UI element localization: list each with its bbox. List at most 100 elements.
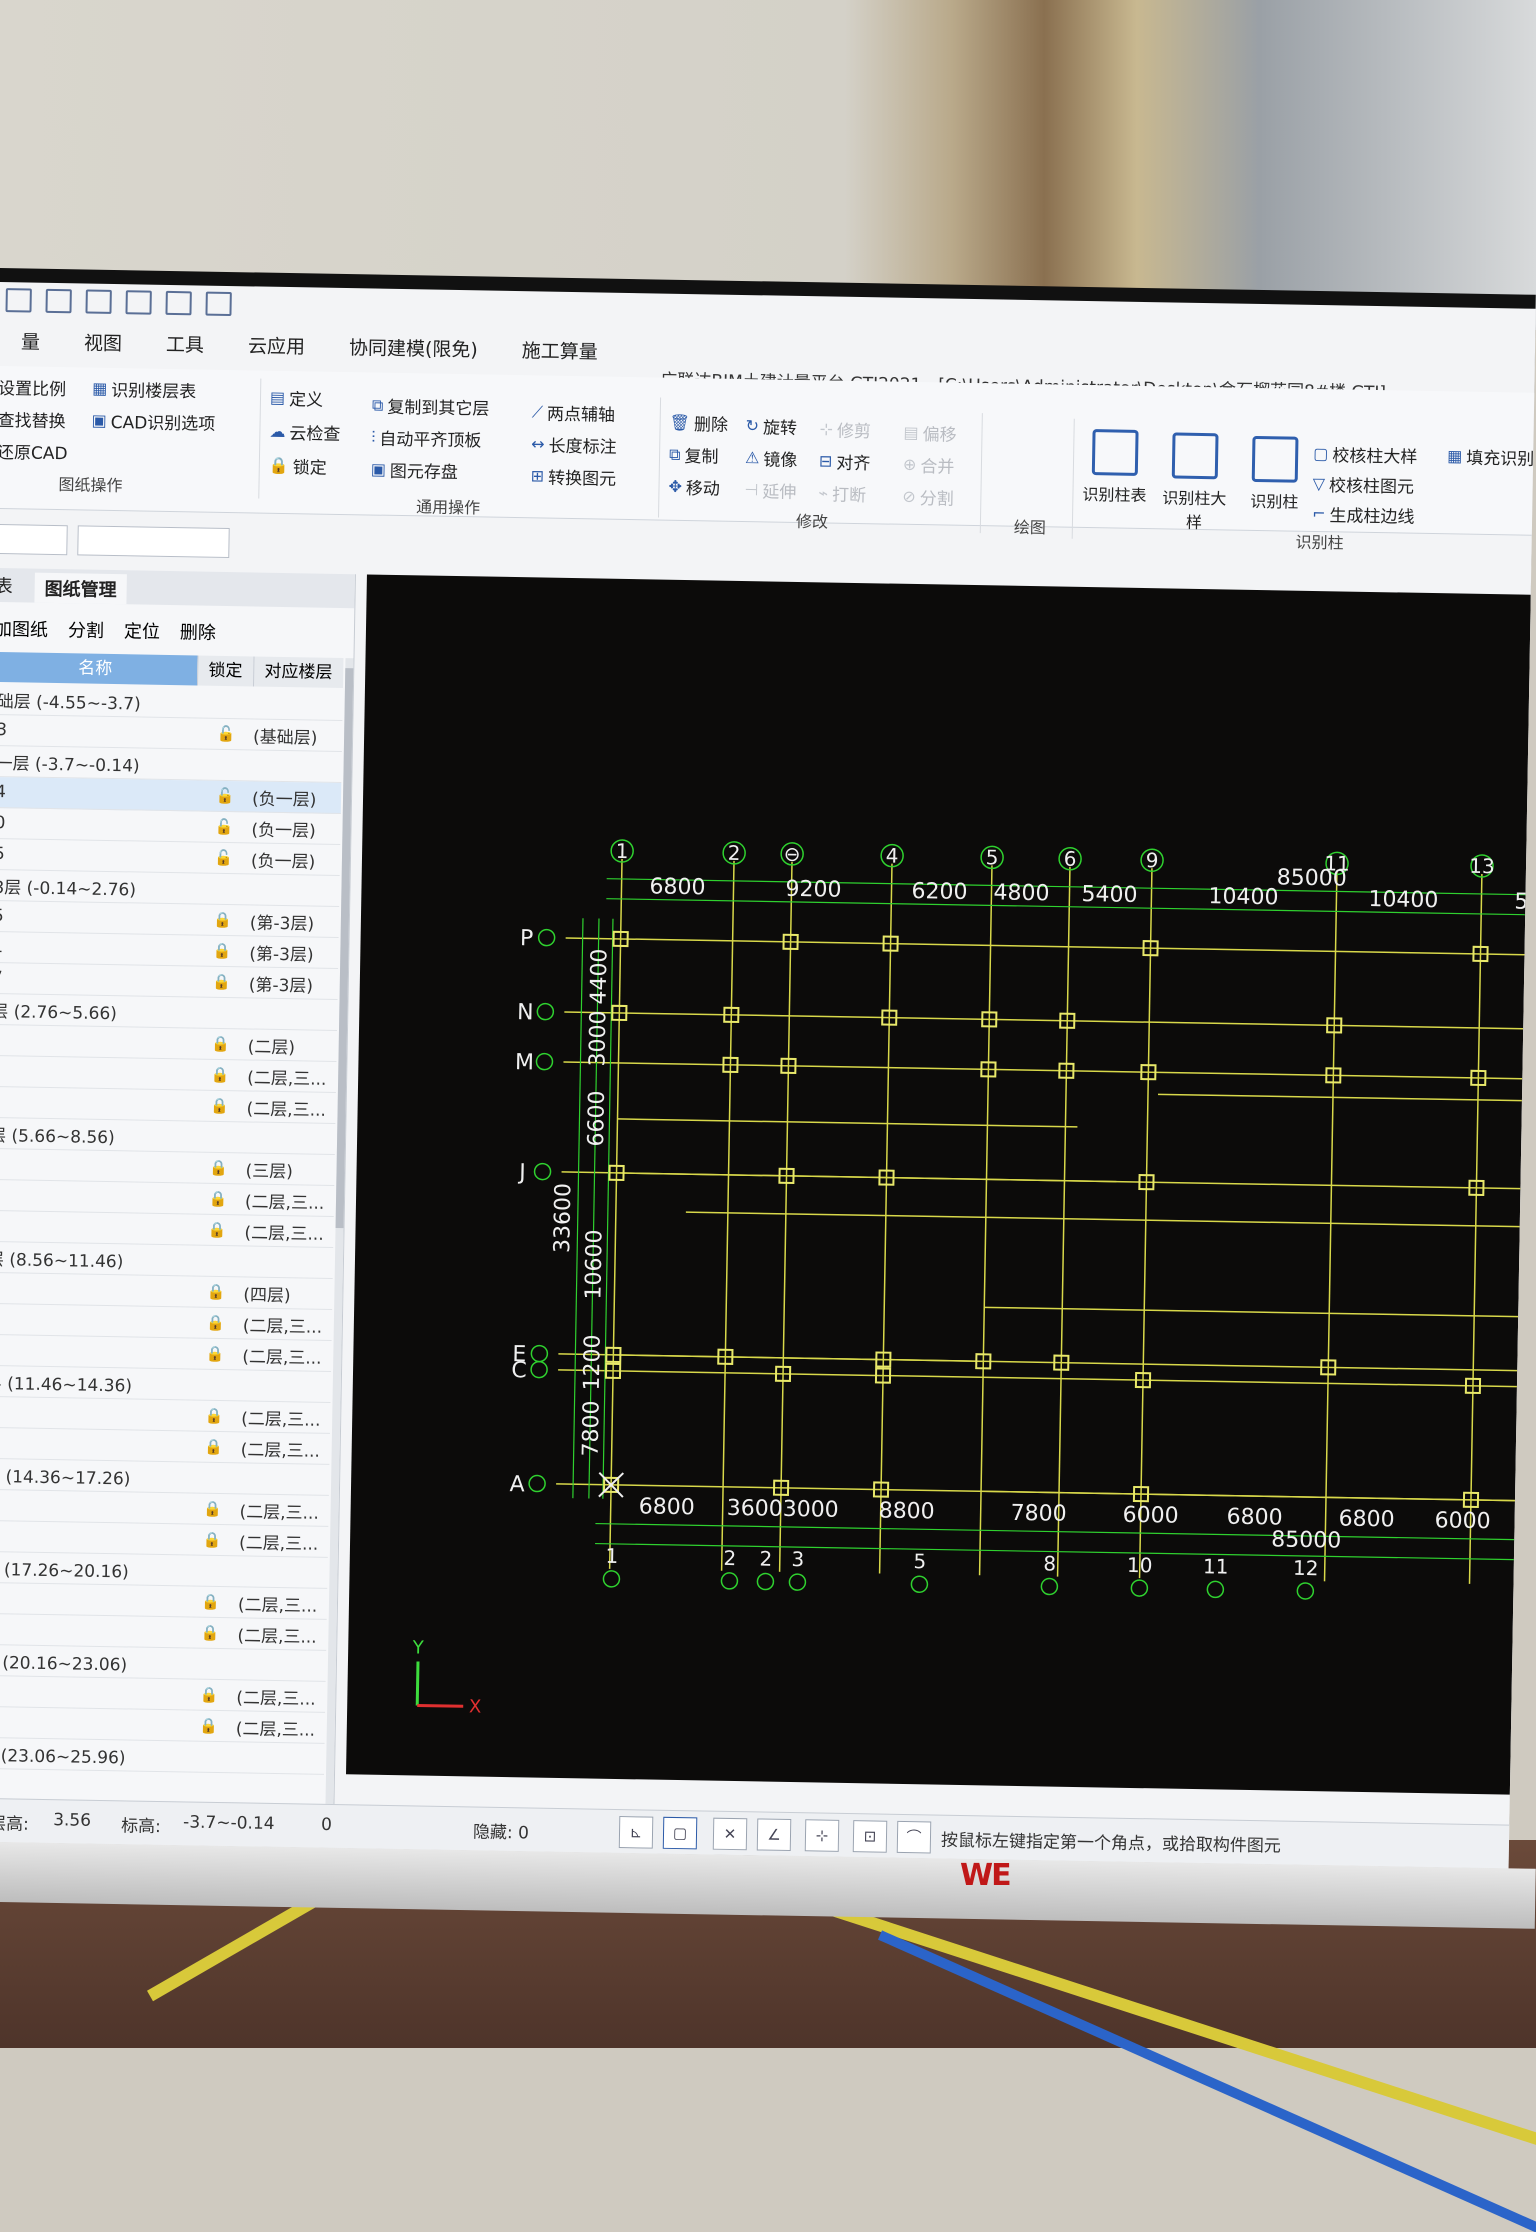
lock-icon[interactable] — [199, 703, 253, 704]
lock-icon[interactable]: 🔒 — [188, 1313, 243, 1332]
lock-icon[interactable]: 🔒 — [183, 1623, 238, 1642]
move-button[interactable]: ✥ 移动 — [668, 474, 720, 500]
save-icon[interactable] — [5, 288, 32, 313]
lock-icon[interactable]: 🔒 — [182, 1685, 237, 1704]
recognize-floor-table-button[interactable]: ▦ 识别楼层表 — [92, 376, 197, 403]
check-column-detail-button[interactable]: ▢ 校核柱大样 — [1313, 441, 1418, 468]
delete-button[interactable]: 🗑 删除 — [669, 410, 728, 436]
ortho-icon[interactable]: ⊾ — [618, 1816, 654, 1849]
define-button[interactable]: ▤ 定义 — [270, 385, 324, 411]
lock-icon[interactable]: 🔓 — [197, 818, 252, 837]
angle-icon[interactable]: ∠ — [756, 1818, 792, 1852]
copy-icon[interactable] — [205, 291, 232, 317]
menu-item[interactable]: 工具 — [144, 329, 226, 357]
lock-icon[interactable]: 🔒 — [188, 1344, 243, 1363]
lock-icon[interactable]: 🔒 — [193, 1034, 248, 1053]
length-dimension-button[interactable]: ↔ 长度标注 — [531, 431, 617, 457]
fill-recognize-button[interactable]: ▦ 填充识别 — [1447, 443, 1535, 470]
convert-element-button[interactable]: ⊞ 转换图元 — [530, 463, 617, 489]
lock-icon[interactable]: 🔒 — [186, 1437, 241, 1456]
auto-align-slab-button[interactable]: ⫶ 自动平齐顶板 — [371, 425, 481, 451]
offset-button[interactable]: ▤ 偏移 — [903, 420, 957, 446]
rotate-button[interactable]: ↻ 旋转 — [745, 413, 797, 439]
menu-item[interactable]: 量 — [0, 326, 62, 354]
lock-icon[interactable]: 🔒 — [189, 1282, 244, 1301]
lock-icon[interactable]: 🔒 — [184, 1592, 239, 1611]
grip-icon[interactable]: ⊡ — [852, 1820, 888, 1853]
column-name-header[interactable]: 名称 — [0, 651, 198, 686]
lock-icon[interactable] — [190, 1260, 244, 1261]
locate-button[interactable]: 定位 — [124, 617, 160, 644]
delete-button[interactable]: 删除 — [180, 618, 216, 645]
edit-icon[interactable] — [125, 290, 152, 315]
lock-icon[interactable]: 🔒 — [191, 1158, 246, 1177]
menu-item[interactable]: 协同建模(限免) — [327, 332, 500, 362]
generate-column-edge-button[interactable]: ⌐ 生成柱边线 — [1312, 501, 1415, 528]
recognize-column-button[interactable]: 识别柱 — [1238, 435, 1311, 513]
save-element-button[interactable]: ▣ 图元存盘 — [371, 457, 459, 484]
recognize-column-table-button[interactable]: 识别柱表 — [1078, 429, 1151, 506]
menu-item[interactable]: 施工算量 — [500, 335, 620, 364]
lock-icon[interactable]: 🔓 — [199, 725, 254, 744]
copy-button[interactable]: ⧉ 复制 — [669, 442, 719, 467]
copy-to-other-floor-button[interactable]: ⧉ 复制到其它层 — [372, 393, 490, 420]
split-button[interactable]: ⊘ 分割 — [902, 484, 954, 510]
column-lock-header[interactable]: 锁定 — [196, 655, 254, 687]
cloud-check-button[interactable]: ☁ 云检查 — [269, 419, 340, 445]
lock-icon[interactable]: 🔒 — [192, 1096, 247, 1115]
break-button[interactable]: ⌁ 打断 — [818, 480, 866, 506]
lock-icon[interactable] — [181, 1756, 235, 1757]
check-column-element-button[interactable]: ▽ 校核柱图元 — [1312, 471, 1415, 498]
lock-icon[interactable] — [184, 1570, 238, 1571]
lock-icon[interactable]: 🔒 — [195, 942, 250, 961]
menu-item[interactable]: 视图 — [62, 328, 144, 356]
lock-icon[interactable] — [192, 1136, 246, 1137]
lock-icon[interactable]: 🔒 — [185, 1499, 240, 1518]
extend-button[interactable]: ⊣ 延伸 — [744, 477, 796, 503]
lock-icon[interactable] — [194, 1012, 248, 1013]
lock-icon[interactable] — [196, 889, 250, 890]
floor-group-row[interactable]: 层 (23.06~25.96) — [0, 1737, 325, 1775]
column-floor-header[interactable]: 对应楼层 — [252, 656, 344, 689]
restore-cad-button[interactable]: 还原CAD — [0, 438, 68, 464]
arc-icon[interactable]: ⌒ — [896, 1820, 932, 1854]
lock-icon[interactable]: 🔒 — [190, 1220, 245, 1239]
lock-icon[interactable] — [186, 1477, 240, 1478]
merge-button[interactable]: ⊕ 合并 — [903, 452, 955, 478]
mirror-button[interactable]: ⚠ 镜像 — [745, 445, 798, 471]
cad-canvas[interactable]: 1 2 ⊖ 4 5 6 9 11 13 6800 9200 6200 4800 5400 10400 1040… — [346, 574, 1531, 1795]
align-button[interactable]: ⊟ 对齐 — [819, 448, 871, 474]
lock-icon[interactable]: 🔒 — [195, 911, 250, 930]
add-drawing-button[interactable]: 加图纸 — [0, 615, 48, 642]
tab-drawing-manager[interactable]: 图纸管理 — [34, 572, 127, 605]
lock-icon[interactable]: 🔒 — [193, 1065, 248, 1084]
lock-icon[interactable] — [183, 1663, 237, 1664]
lock-icon[interactable]: 🔒 — [194, 973, 249, 992]
lock-icon[interactable]: 🔒 — [185, 1530, 240, 1549]
select-box-icon[interactable]: ▢ — [662, 1816, 698, 1850]
lock-icon[interactable]: 🔒 — [191, 1189, 246, 1208]
grid-icon[interactable] — [45, 288, 72, 314]
table-icon[interactable] — [165, 290, 192, 316]
floor-combo[interactable] — [0, 523, 68, 556]
menu-item[interactable]: 云应用 — [226, 330, 327, 359]
lock-button[interactable]: 🔒 锁定 — [269, 453, 327, 479]
split-button[interactable]: 分割 — [68, 616, 104, 643]
trim-button[interactable]: ⊹ 修剪 — [819, 416, 871, 442]
set-scale-button[interactable]: 设置比例 — [0, 374, 66, 400]
cad-options-button[interactable]: ▣ CAD识别选项 — [91, 408, 215, 435]
cross-select-icon[interactable]: ✕ — [712, 1817, 748, 1851]
lock-icon[interactable]: 🔓 — [198, 787, 253, 806]
lock-icon[interactable] — [198, 765, 252, 766]
layers-icon[interactable] — [85, 289, 112, 314]
two-point-axis-button[interactable]: ⟋ 两点辅轴 — [532, 399, 616, 426]
snap-icon[interactable]: ⊹ — [804, 1819, 840, 1852]
lock-icon[interactable]: 🔒 — [181, 1716, 236, 1735]
recognize-column-detail-button[interactable]: 识别柱大样 — [1158, 432, 1232, 533]
find-replace-button[interactable]: 查找替换 — [0, 406, 66, 432]
tab-table[interactable]: 表 — [0, 572, 13, 598]
lock-icon[interactable]: 🔓 — [196, 849, 251, 868]
floor-plan-drawing[interactable]: 1 2 ⊖ 4 5 6 9 11 136800 9200 6200 4800 5400 10400 1040… — [346, 574, 1531, 1794]
lock-icon[interactable]: 🔒 — [187, 1406, 242, 1425]
component-combo[interactable] — [77, 525, 230, 559]
